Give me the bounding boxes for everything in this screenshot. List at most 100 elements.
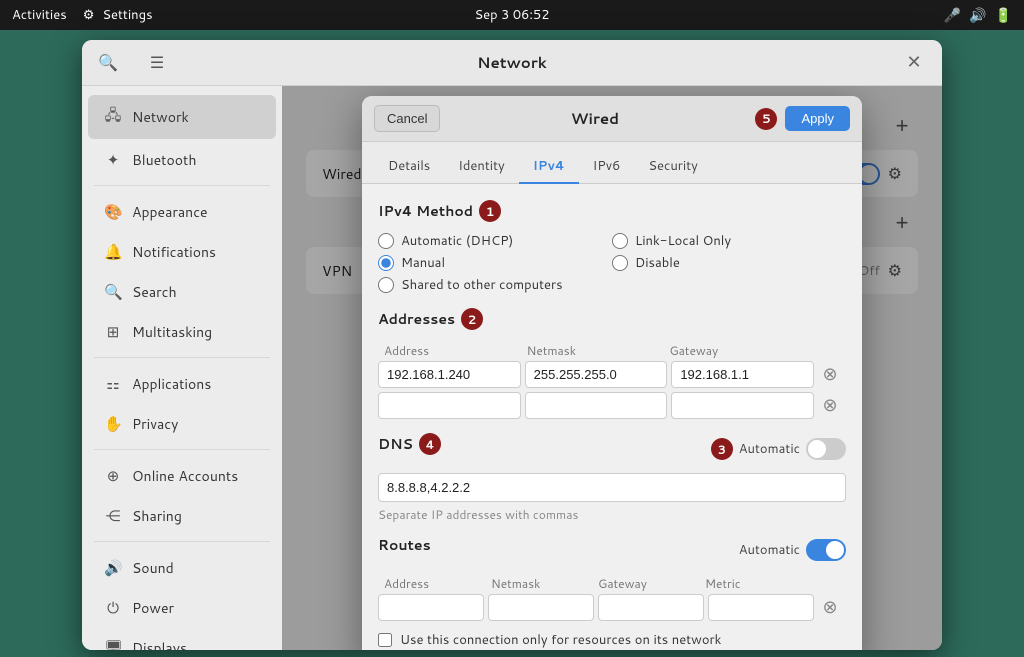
tab-identity[interactable]: Identity	[444, 150, 519, 184]
sound-icon: 🔊	[104, 557, 122, 578]
route-gateway-0[interactable]	[598, 594, 704, 621]
radio-link-local[interactable]: Link-Local Only	[612, 232, 846, 250]
sidebar-item-sound[interactable]: 🔊 Sound	[88, 548, 276, 587]
sidebar-item-privacy[interactable]: ✋ Privacy	[88, 404, 276, 443]
modal-step-badge: 5	[755, 108, 777, 130]
cancel-button[interactable]: Cancel	[374, 105, 440, 132]
remove-address-0[interactable]: ⊗	[818, 363, 842, 387]
window-title: Network	[477, 52, 547, 73]
window-titlebar: 🔍 ☰ Network ✕	[82, 40, 942, 86]
sidebar-item-applications[interactable]: ⚏ Applications	[88, 364, 276, 403]
privacy-icon: ✋	[104, 413, 122, 434]
routes-header: Routes Automatic	[378, 535, 846, 565]
routes-section: Routes Automatic Addre	[378, 535, 846, 649]
tab-security[interactable]: Security	[634, 150, 712, 184]
topbar-datetime: Sep 3 06:52	[474, 6, 549, 24]
appearance-icon: 🎨	[104, 201, 122, 222]
addresses-table-header: Address Netmask Gateway	[378, 340, 846, 361]
sidebar-item-network[interactable]: 🖧 Network	[88, 95, 276, 139]
topbar: Activities ⚙ Settings Sep 3 06:52 🎤 🔊 🔋	[0, 0, 1024, 30]
power-icon: ⏻	[104, 597, 122, 618]
dns-badge: 4	[419, 433, 441, 455]
online-accounts-icon: ⊕	[104, 465, 122, 486]
battery-icon: 🔋	[995, 5, 1012, 25]
routes-automatic-toggle[interactable]	[806, 539, 846, 561]
titlebar-search-icon[interactable]: 🔍	[98, 51, 118, 74]
gateway-input-0[interactable]	[671, 361, 814, 388]
route-metric-0[interactable]	[708, 594, 814, 621]
radio-auto-dhcp[interactable]: Automatic (DHCP)	[378, 232, 612, 250]
search-icon: 🔍	[104, 281, 122, 302]
topbar-settings-label: ⚙ Settings	[83, 6, 153, 24]
close-button[interactable]: ✕	[902, 51, 926, 75]
multitasking-icon: ⊞	[104, 321, 122, 342]
address-row-1: ⊗	[378, 392, 846, 419]
address-input-0[interactable]	[378, 361, 521, 388]
mic-icon: 🎤	[944, 5, 961, 25]
routes-title: Routes	[378, 535, 431, 555]
window-body: 🖧 Network ✦ Bluetooth 🎨 Appearance 🔔 Not…	[82, 86, 942, 650]
notifications-icon: 🔔	[104, 241, 122, 262]
netmask-input-0[interactable]	[525, 361, 668, 388]
activities-button[interactable]: Activities	[12, 6, 67, 24]
tab-details[interactable]: Details	[374, 150, 444, 184]
sidebar-divider-2	[94, 357, 270, 358]
sidebar-item-sharing[interactable]: ⋲ Sharing	[88, 496, 276, 535]
radio-shared[interactable]: Shared to other computers	[378, 276, 846, 294]
addresses-title: Addresses 2	[378, 308, 846, 330]
modal-title: Wired	[440, 108, 749, 129]
route-netmask-0[interactable]	[488, 594, 594, 621]
dns-automatic-toggle[interactable]	[806, 438, 846, 460]
netmask-input-1[interactable]	[525, 392, 668, 419]
ipv4-radio-group: Automatic (DHCP) Link-Local Only Manual	[378, 232, 846, 294]
sidebar-item-notifications[interactable]: 🔔 Notifications	[88, 232, 276, 271]
remove-route-0[interactable]: ⊗	[818, 596, 842, 620]
dns-badge-3: 3	[711, 438, 733, 460]
tab-ipv4[interactable]: IPv4	[519, 150, 579, 184]
addresses-badge: 2	[461, 308, 483, 330]
ipv4-method-section: IPv4 Method 1 Automatic (DHCP)	[378, 200, 846, 294]
main-window: 🔍 ☰ Network ✕ 🖧 Network ✦ Bluetooth 🎨 Ap…	[82, 40, 942, 650]
modal-body: IPv4 Method 1 Automatic (DHCP)	[362, 184, 862, 650]
hamburger-menu[interactable]: ☰	[150, 51, 164, 74]
main-content: + Wired ⚙ + VPN Of	[282, 86, 942, 650]
tab-ipv6[interactable]: IPv6	[579, 150, 635, 184]
gear-icon: ⚙	[83, 6, 95, 24]
sidebar-item-search[interactable]: 🔍 Search	[88, 272, 276, 311]
topbar-left: Activities ⚙ Settings	[12, 6, 153, 24]
gateway-input-1[interactable]	[671, 392, 814, 419]
sidebar-item-power[interactable]: ⏻ Power	[88, 588, 276, 627]
route-row-0: ⊗	[378, 594, 846, 621]
addresses-section: Addresses 2 Address Netmask Gateway	[378, 308, 846, 419]
sharing-icon: ⋲	[104, 505, 122, 526]
sidebar-item-online-accounts[interactable]: ⊕ Online Accounts	[88, 456, 276, 495]
apply-button[interactable]: Apply	[785, 106, 850, 131]
connection-only-checkbox-row[interactable]: Use this connection only for resources o…	[378, 631, 846, 649]
ipv4-method-title: IPv4 Method 1	[378, 200, 846, 222]
bluetooth-icon: ✦	[104, 149, 122, 170]
network-icon: 🖧	[104, 104, 122, 130]
dns-title: DNS 4	[378, 433, 441, 455]
sidebar: 🖧 Network ✦ Bluetooth 🎨 Appearance 🔔 Not…	[82, 86, 282, 650]
route-address-0[interactable]	[378, 594, 484, 621]
routes-table-header: Address Netmask Gateway Metric	[378, 573, 846, 594]
radio-manual[interactable]: Manual	[378, 254, 612, 272]
sidebar-divider-3	[94, 449, 270, 450]
sidebar-item-multitasking[interactable]: ⊞ Multitasking	[88, 312, 276, 351]
topbar-right: 🎤 🔊 🔋	[944, 5, 1012, 25]
address-input-1[interactable]	[378, 392, 521, 419]
connection-only-checkbox[interactable]	[378, 633, 392, 647]
dns-input[interactable]	[378, 473, 846, 502]
sidebar-item-bluetooth[interactable]: ✦ Bluetooth	[88, 140, 276, 179]
address-row-0: ⊗	[378, 361, 846, 388]
ipv4-badge: 1	[479, 200, 501, 222]
remove-address-1[interactable]: ⊗	[818, 394, 842, 418]
displays-icon: 🖥	[104, 637, 122, 650]
sidebar-item-appearance[interactable]: 🎨 Appearance	[88, 192, 276, 231]
sidebar-item-displays[interactable]: 🖥 Displays	[88, 628, 276, 650]
modal-tabs: Details Identity IPv4 IPv6 Security	[362, 142, 862, 184]
radio-disable[interactable]: Disable	[612, 254, 846, 272]
sidebar-divider-4	[94, 541, 270, 542]
dns-section: DNS 4 3 Automatic	[378, 433, 846, 523]
volume-icon: 🔊	[969, 5, 986, 25]
